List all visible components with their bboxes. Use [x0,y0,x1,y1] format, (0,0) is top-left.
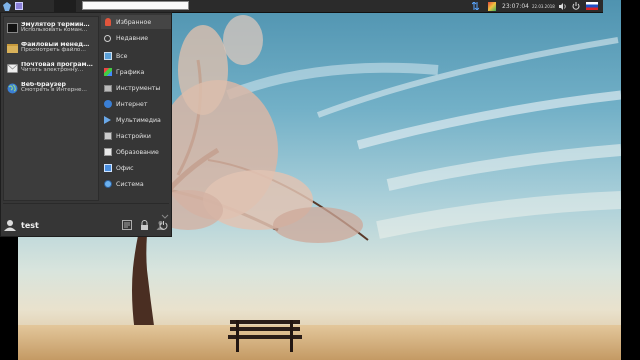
category-label: Все [116,52,128,60]
education-icon [103,148,112,157]
recent-icon [103,34,112,43]
favorite-file-manager[interactable]: Файловый менед… Просмотреть файло… [6,39,98,57]
category-label: Мультимедиа [116,116,161,124]
window-icon [15,2,23,10]
office-icon [103,164,112,173]
favorite-subtitle: Смотреть в Интерне… [21,87,87,94]
category-label: Избранное [116,18,152,26]
favorite-text: Веб-браузер Смотреть в Интерне… [21,82,87,94]
settings-manager-button[interactable] [121,219,133,231]
category-label: Интернет [116,100,148,108]
clock-time: 23:07:04 [502,2,529,10]
globe-icon [6,82,18,94]
log-out-icon [159,220,167,230]
category-internet[interactable]: Интернет [101,97,171,111]
panel-launcher-button[interactable] [14,0,24,12]
tools-icon [103,84,112,93]
category-label: Недавние [116,34,149,42]
wallpaper-field [18,325,621,360]
category-label: Офис [116,164,134,172]
favorites-list: Эмулятор термин… Использовать коман… Фай… [3,16,99,201]
application-menu: Эмулятор термин… Использовать коман… Фай… [0,12,172,237]
wallpaper-bench [228,320,302,352]
system-icon [103,180,112,189]
category-graphics[interactable]: Графика [101,65,171,79]
log-out-button[interactable] [157,219,169,231]
app-menu-icon [3,1,11,11]
graphics-icon [103,68,112,77]
multimedia-icon [103,116,112,125]
category-recent[interactable]: Недавние [101,31,171,45]
terminal-icon [6,22,18,34]
all-icon [103,52,112,61]
network-icon [472,2,479,10]
favorite-text: Эмулятор термин… Использовать коман… [21,22,90,34]
clock[interactable]: 23:07:04 22.03.2018 [502,0,555,12]
category-multimedia[interactable]: Мультимедиа [101,113,171,127]
menu-resize-handle[interactable] [161,205,169,219]
category-settings[interactable]: Настройки [101,129,171,143]
favorite-subtitle: Использовать коман… [21,27,88,34]
favorite-text: Почтовая програм… Читать электронну… [21,62,93,74]
category-label: Образование [116,148,159,156]
lock-icon [140,220,148,230]
favorites-icon [103,18,112,27]
speaker-icon [559,2,566,10]
folder-icon [6,42,18,54]
mail-icon [6,62,18,74]
internet-icon [103,100,112,109]
menu-launcher-button[interactable] [2,0,12,12]
power-button[interactable] [571,0,581,12]
favorite-web-browser[interactable]: Веб-браузер Смотреть в Интерне… [6,79,98,97]
category-education[interactable]: Образование [101,145,171,159]
category-favorites[interactable]: Избранное [101,15,171,29]
taskbar-button[interactable] [54,0,76,12]
category-tools[interactable]: Инструменты [101,81,171,95]
category-label: Инструменты [116,84,161,92]
category-label: Графика [116,68,145,76]
volume-button[interactable] [558,0,568,12]
screen-border [621,0,640,360]
user-section: test [4,215,39,235]
power-icon [572,2,580,10]
category-system[interactable]: Система [101,177,171,191]
settings-manager-icon [122,220,132,230]
updates-button[interactable] [487,0,497,12]
category-all[interactable]: Все [101,49,171,63]
user-name: test [21,220,39,230]
settings-icon [103,132,112,141]
favorite-terminal[interactable]: Эмулятор термин… Использовать коман… [6,19,98,37]
network-button[interactable] [471,0,480,12]
russian-flag-icon [586,2,598,10]
favorite-subtitle: Просмотреть файло… [21,47,86,54]
clock-date: 22.03.2018 [531,3,555,9]
keyboard-layout-button[interactable] [585,0,599,12]
category-office[interactable]: Офис [101,161,171,175]
menu-divider [3,203,169,204]
avatar-icon [4,220,16,231]
search-input[interactable] [82,1,189,10]
updates-icon [488,1,496,11]
favorite-mail[interactable]: Почтовая програм… Читать электронну… [6,59,98,77]
lock-screen-button[interactable] [138,219,150,231]
category-label: Система [116,180,144,188]
favorite-text: Файловый менед… Просмотреть файло… [21,42,89,54]
favorite-subtitle: Читать электронну… [21,67,84,74]
category-label: Настройки [116,132,151,140]
